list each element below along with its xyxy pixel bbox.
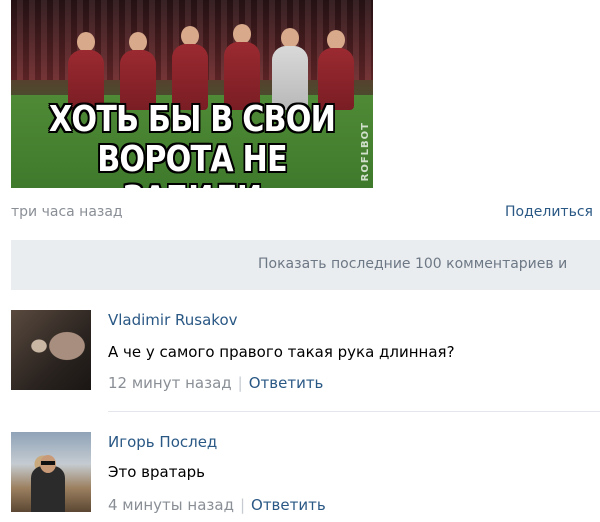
show-more-comments-label: Показать последние 100 комментариев и bbox=[258, 256, 568, 272]
player-head bbox=[181, 26, 199, 46]
share-link[interactable]: Поделиться bbox=[505, 204, 593, 220]
player-head bbox=[129, 32, 147, 52]
comment-timestamp[interactable]: 12 минут назад bbox=[108, 374, 232, 392]
comment-divider bbox=[108, 411, 600, 412]
player-head bbox=[233, 24, 251, 44]
avatar[interactable] bbox=[11, 310, 91, 390]
comment-meta: 4 минуты назад | Ответить bbox=[108, 496, 326, 514]
post-image[interactable]: ХОТЬ БЫ В СВОИ ВОРОТА НЕ ЗАБИЛИ ROFLBOT bbox=[11, 0, 373, 188]
comment-author[interactable]: Игорь Послед bbox=[108, 433, 217, 451]
meta-separator: | bbox=[237, 374, 243, 392]
meme-caption-line-2: ВОРОТА НЕ ЗАБИЛИ bbox=[97, 139, 287, 189]
comment-timestamp[interactable]: 4 минуты назад bbox=[108, 496, 234, 514]
reply-link[interactable]: Ответить bbox=[251, 496, 326, 514]
comment-text: Это вратарь bbox=[108, 463, 206, 481]
comment-meta: 12 минут назад | Ответить bbox=[108, 374, 323, 392]
player-head bbox=[281, 28, 299, 48]
reply-link[interactable]: Ответить bbox=[249, 374, 324, 392]
comment-author[interactable]: Vladimir Rusakov bbox=[108, 311, 238, 329]
player-head bbox=[327, 30, 345, 50]
comment-text: А че у самого правого такая рука длинная… bbox=[108, 343, 455, 361]
meme-caption-line-1: ХОТЬ БЫ В СВОИ bbox=[48, 99, 336, 140]
image-watermark: ROFLBOT bbox=[360, 122, 371, 182]
avatar-sunglasses bbox=[41, 461, 55, 465]
avatar[interactable] bbox=[11, 432, 91, 512]
meta-separator: | bbox=[239, 496, 246, 514]
show-more-comments-bar[interactable]: Показать последние 100 комментариев и bbox=[11, 240, 600, 290]
player-head bbox=[77, 32, 95, 52]
post-timestamp: три часа назад bbox=[11, 204, 123, 220]
